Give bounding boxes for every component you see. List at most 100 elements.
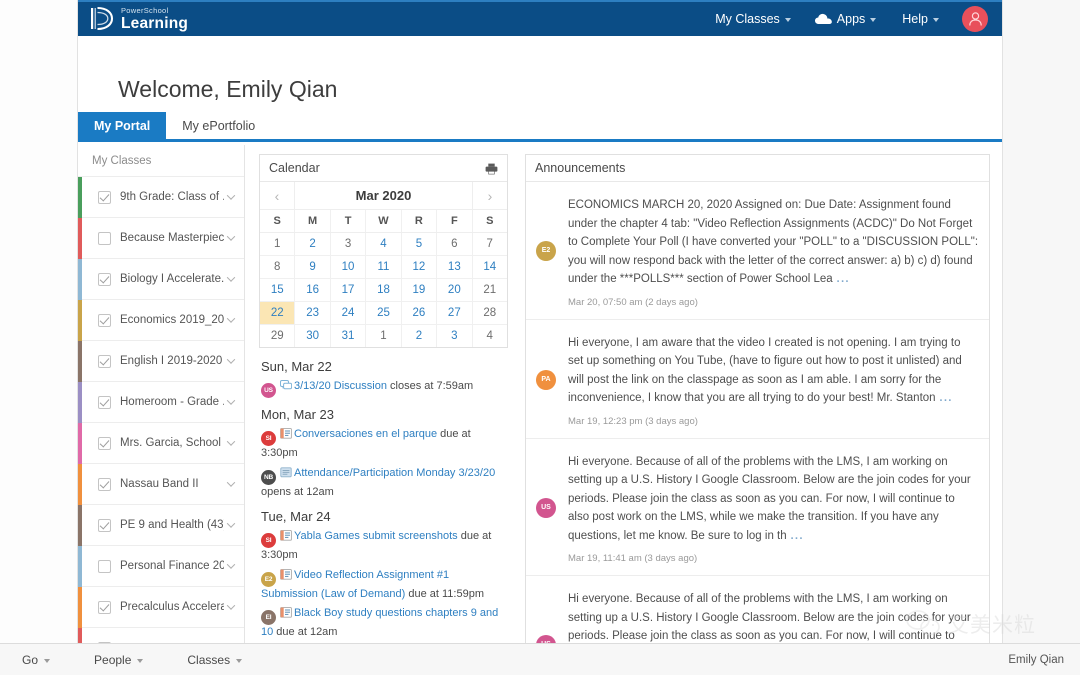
bottom-go-menu[interactable]: Go (0, 653, 72, 667)
class-checkbox[interactable] (98, 600, 111, 614)
announcement-read-more[interactable]: ... (790, 526, 803, 543)
bottom-people-menu[interactable]: People (72, 653, 165, 667)
calendar-day-cell[interactable]: 25 (366, 302, 402, 324)
calendar-day-cell[interactable]: 23 (295, 302, 331, 324)
page-icon (280, 466, 292, 478)
cloud-icon[interactable] (804, 12, 832, 26)
announcement-read-more[interactable]: ... (836, 269, 849, 286)
sidebar-class-row[interactable]: Homeroom - Grade ... (78, 382, 244, 423)
calendar-day-today[interactable]: 22 (260, 302, 296, 324)
class-checkbox[interactable] (98, 559, 111, 573)
agenda-item-link[interactable]: 3/13/20 Discussion (294, 380, 387, 392)
calendar-day-cell[interactable]: 15 (260, 279, 296, 301)
calendar-day-cell[interactable]: 17 (331, 279, 367, 301)
calendar-day-cell[interactable]: 30 (295, 325, 331, 347)
tab-my-eportfolio[interactable]: My ePortfolio (166, 112, 271, 139)
calendar-day-cell[interactable]: 18 (366, 279, 402, 301)
sidebar-class-row[interactable]: Because Masterpiec... (78, 218, 244, 259)
calendar-prev-month-button[interactable]: ‹ (260, 189, 294, 203)
bottom-toolbar: Go People Classes Emily Qian (0, 643, 1080, 675)
calendar-day-cell[interactable]: 2 (402, 325, 438, 347)
tab-my-portal[interactable]: My Portal (78, 112, 167, 139)
calendar-day-cell[interactable]: 11 (366, 256, 402, 278)
chevron-down-icon[interactable] (224, 276, 238, 282)
agenda-class-badge: SI (261, 533, 276, 548)
class-color-bar (78, 587, 82, 628)
class-checkbox[interactable] (98, 354, 111, 368)
class-checkbox[interactable] (98, 436, 111, 450)
user-avatar[interactable] (962, 6, 988, 32)
calendar-day-cell[interactable]: 5 (402, 233, 438, 255)
calendar-day-cell[interactable]: 27 (437, 302, 473, 324)
chevron-down-icon[interactable] (224, 440, 238, 446)
announcement-read-more[interactable]: ... (939, 388, 952, 405)
chevron-down-icon[interactable] (224, 317, 238, 323)
calendar-day-cell[interactable]: 2 (295, 233, 331, 255)
sidebar-class-row[interactable]: Mrs. Garcia, School ... (78, 423, 244, 464)
chevron-down-icon[interactable] (224, 194, 238, 200)
chevron-down-icon[interactable] (224, 235, 238, 241)
calendar-day-cell[interactable]: 14 (473, 256, 507, 278)
sidebar-class-row[interactable]: Precalculus Accelera... (78, 587, 244, 628)
brand-logo[interactable]: PowerSchool Learning (90, 6, 188, 32)
app-root: PowerSchool Learning My Classes Apps Hel… (0, 0, 1080, 675)
class-checkbox[interactable] (98, 272, 111, 286)
class-checkbox[interactable] (98, 477, 111, 491)
sidebar-class-row[interactable]: Nassau Band II (78, 464, 244, 505)
powerschool-p-icon (90, 6, 114, 32)
nav-help[interactable]: Help (889, 1, 952, 37)
calendar-day-cell[interactable]: 24 (331, 302, 367, 324)
bottom-classes-menu[interactable]: Classes (165, 653, 264, 667)
class-label: Homeroom - Grade ... (120, 396, 224, 408)
announcement-text: Hi everyone. Because of all of the probl… (568, 455, 971, 542)
bottom-go-label: Go (22, 652, 39, 667)
calendar-day-cell[interactable]: 10 (331, 256, 367, 278)
calendar-day-cell[interactable]: 13 (437, 256, 473, 278)
calendar-day-cell: 6 (437, 233, 473, 255)
calendar-day-cell[interactable]: 12 (402, 256, 438, 278)
calendar-day-cell[interactable]: 19 (402, 279, 438, 301)
class-checkbox[interactable] (98, 395, 111, 409)
printer-icon[interactable] (485, 162, 498, 175)
announcements-column: Announcements E2 ECONOMICS MARCH 20, 2020… (517, 145, 1002, 675)
nav-my-classes[interactable]: My Classes (702, 1, 804, 37)
chevron-down-icon[interactable] (224, 481, 238, 487)
class-checkbox[interactable] (98, 313, 111, 327)
class-checkbox[interactable] (98, 231, 111, 245)
sidebar-class-row[interactable]: PE 9 and Health (43)... (78, 505, 244, 546)
agenda-item-link[interactable]: Attendance/Participation Monday 3/23/20 (294, 467, 495, 479)
class-label: Personal Finance 20... (120, 560, 224, 572)
calendar-day-cell[interactable]: 4 (366, 233, 402, 255)
brand-bottom-text: Learning (121, 14, 189, 32)
agenda-item-link[interactable]: Conversaciones en el parque (294, 428, 437, 440)
agenda-item: E2 Video Reflection Assignment #1 Submiss… (261, 568, 506, 603)
calendar-day-cell[interactable]: 16 (295, 279, 331, 301)
chevron-down-icon[interactable] (224, 399, 238, 405)
sidebar-class-row[interactable]: English I 2019-2020 (78, 341, 244, 382)
class-checkbox[interactable] (98, 518, 111, 532)
sidebar-class-row[interactable]: Personal Finance 20... (78, 546, 244, 587)
agenda-date-heading: Mon, Mar 23 (261, 407, 334, 422)
chevron-down-icon[interactable] (224, 563, 238, 569)
calendar-day-cell[interactable]: 26 (402, 302, 438, 324)
announcement-item[interactable]: E2 ECONOMICS MARCH 20, 2020 Assigned on: … (526, 182, 989, 320)
class-checkbox[interactable] (98, 190, 111, 204)
sidebar-class-row[interactable]: Biology I Accelerate... (78, 259, 244, 300)
sidebar-class-row[interactable]: 9th Grade: Class of ... (78, 177, 244, 218)
agenda-item-link[interactable]: Yabla Games submit screenshots (294, 530, 458, 542)
class-label: English I 2019-2020 (120, 355, 223, 367)
calendar-day-cell[interactable]: 9 (295, 256, 331, 278)
calendar-day-cell: 4 (486, 330, 493, 342)
calendar-next-month-button[interactable]: › (473, 189, 507, 203)
chevron-down-icon[interactable] (224, 358, 238, 364)
calendar-day-cell[interactable]: 20 (437, 279, 473, 301)
class-label: Precalculus Accelera... (120, 601, 224, 613)
chevron-down-icon[interactable] (224, 522, 238, 528)
chevron-down-icon[interactable] (224, 604, 238, 610)
calendar-day-cell: 3 (331, 233, 367, 255)
calendar-day-cell[interactable]: 3 (437, 325, 473, 347)
announcement-item[interactable]: US Hi everyone. Because of all of the pro… (526, 439, 989, 576)
sidebar-class-row[interactable]: Economics 2019_2020 (78, 300, 244, 341)
announcement-item[interactable]: PA Hi everyone, I am aware that the video… (526, 320, 989, 439)
calendar-day-cell[interactable]: 31 (331, 325, 367, 347)
